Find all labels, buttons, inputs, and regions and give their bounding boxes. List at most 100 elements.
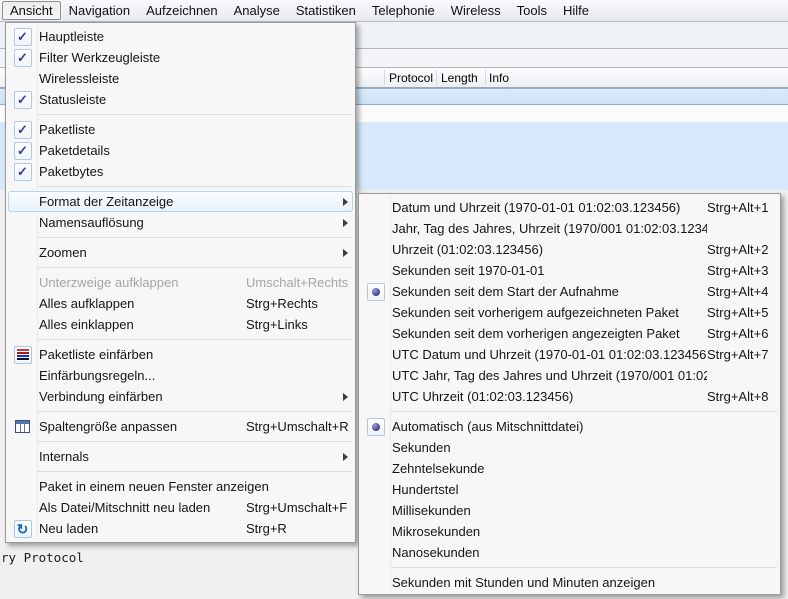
- submenu-item-zehntelsekunde[interactable]: Zehntelsekunde: [361, 458, 778, 479]
- column-divider[interactable]: [485, 70, 486, 85]
- column-header-protocol[interactable]: Protocol: [389, 71, 433, 85]
- menu-item-shortcut: Strg+Alt+3: [707, 263, 771, 278]
- submenu-item-sekunden-mit-stunden-und-minuten[interactable]: Sekunden mit Stunden und Minuten anzeige…: [361, 572, 778, 593]
- menu-item-label: Millisekunden: [389, 503, 707, 518]
- submenu-item-utc-uhrzeit[interactable]: UTC Uhrzeit (01:02:03.123456) Strg+Alt+8: [361, 386, 778, 407]
- checkmark-glyph: ✓: [17, 165, 28, 178]
- menubar-item-navigation[interactable]: Navigation: [61, 1, 138, 20]
- gutter: [9, 420, 36, 433]
- menu-item-label: Paketliste: [36, 122, 352, 137]
- submenu-item-sekunden-seit-aufnahmestart[interactable]: Sekunden seit dem Start der Aufnahme Str…: [361, 281, 778, 302]
- submenu-item-sekunden-seit-vorherigem-aufgezeichneten-paket[interactable]: Sekunden seit vorherigem aufgezeichneten…: [361, 302, 778, 323]
- menu-item-label: Spaltengröße anpassen: [36, 419, 246, 434]
- menu-item-shortcut: Strg+Umschalt+R: [246, 419, 340, 434]
- menu-separator: [37, 237, 352, 238]
- menu-item-alles-einklappen[interactable]: Alles einklappen Strg+Links: [8, 314, 353, 335]
- arrow-spacer: [340, 421, 352, 433]
- menubar-item-label: Aufzeichnen: [146, 3, 218, 18]
- menu-item-shortcut: Strg+Alt+5: [707, 305, 771, 320]
- menubar-item-label: Statistiken: [296, 3, 356, 18]
- menu-separator: [37, 411, 352, 412]
- time-format-submenu: Datum und Uhrzeit (1970-01-01 01:02:03.1…: [358, 193, 781, 595]
- submenu-arrow-icon: [340, 196, 352, 208]
- menubar-item-label: Hilfe: [563, 3, 589, 18]
- submenu-item-uhrzeit[interactable]: Uhrzeit (01:02:03.123456) Strg+Alt+2: [361, 239, 778, 260]
- menu-item-shortcut: Umschalt+Rechts: [246, 275, 340, 290]
- submenu-item-hundertstel[interactable]: Hundertstel: [361, 479, 778, 500]
- menu-item-format-der-zeitanzeige[interactable]: Format der Zeitanzeige: [8, 191, 353, 212]
- reload-glyph: ↻: [17, 522, 29, 536]
- gutter: [362, 283, 389, 301]
- menubar-item-wireless[interactable]: Wireless: [443, 1, 509, 20]
- gutter: [9, 346, 36, 364]
- menu-item-paketbytes[interactable]: ✓ Paketbytes: [8, 161, 353, 182]
- submenu-item-millisekunden[interactable]: Millisekunden: [361, 500, 778, 521]
- submenu-item-datum-und-uhrzeit[interactable]: Datum und Uhrzeit (1970-01-01 01:02:03.1…: [361, 197, 778, 218]
- checkmark-glyph: ✓: [17, 93, 28, 106]
- menu-item-paket-in-neuem-fenster[interactable]: Paket in einem neuen Fenster anzeigen: [8, 476, 353, 497]
- menu-item-label: Paketbytes: [36, 164, 352, 179]
- colorize-stripes: [17, 349, 29, 361]
- submenu-item-automatisch[interactable]: Automatisch (aus Mitschnittdatei): [361, 416, 778, 437]
- column-divider[interactable]: [384, 70, 385, 85]
- arrow-spacer: [340, 298, 352, 310]
- gutter: ✓: [9, 121, 36, 139]
- column-header-info[interactable]: Info: [489, 71, 509, 85]
- menu-item-unterzweige-aufklappen[interactable]: Unterzweige aufklappen Umschalt+Rechts: [8, 272, 353, 293]
- menu-item-label: Sekunden mit Stunden und Minuten anzeige…: [389, 575, 707, 590]
- submenu-arrow-icon: [340, 247, 352, 259]
- menu-item-namensaufloesung[interactable]: Namensauflösung: [8, 212, 353, 233]
- menubar-item-ansicht[interactable]: Ansicht: [2, 1, 61, 20]
- menu-item-paketdetails[interactable]: ✓ Paketdetails: [8, 140, 353, 161]
- menu-item-wirelessleiste[interactable]: Wirelessleiste: [8, 68, 353, 89]
- column-header-length[interactable]: Length: [441, 71, 478, 85]
- menu-item-label: Paket in einem neuen Fenster anzeigen: [36, 479, 352, 494]
- menu-item-label: Format der Zeitanzeige: [36, 194, 246, 209]
- checkmark-icon: ✓: [14, 163, 32, 181]
- checkmark-glyph: ✓: [17, 123, 28, 136]
- submenu-item-sekunden-seit-vorherigem-angezeigten-paket[interactable]: Sekunden seit dem vorherigen angezeigten…: [361, 323, 778, 344]
- menu-item-einfaerbungsregeln[interactable]: Einfärbungsregeln...: [8, 365, 353, 386]
- menu-separator: [390, 411, 777, 412]
- menu-item-als-datei-mitschnitt-neu-laden[interactable]: Als Datei/Mitschnitt neu laden Strg+Umsc…: [8, 497, 353, 518]
- menu-item-alles-aufklappen[interactable]: Alles aufklappen Strg+Rechts: [8, 293, 353, 314]
- menubar-item-telephonie[interactable]: Telephonie: [364, 1, 443, 20]
- gutter: ✓: [9, 49, 36, 67]
- arrow-spacer: [340, 523, 352, 535]
- submenu-item-sekunden-seit-1970[interactable]: Sekunden seit 1970-01-01 Strg+Alt+3: [361, 260, 778, 281]
- menu-item-filter-werkzeugleiste[interactable]: ✓ Filter Werkzeugleiste: [8, 47, 353, 68]
- menubar-item-hilfe[interactable]: Hilfe: [555, 1, 597, 20]
- gutter: ↻: [9, 520, 36, 538]
- menu-item-internals[interactable]: Internals: [8, 446, 353, 467]
- submenu-item-utc-datum-und-uhrzeit[interactable]: UTC Datum und Uhrzeit (1970-01-01 01:02:…: [361, 344, 778, 365]
- submenu-item-sekunden[interactable]: Sekunden: [361, 437, 778, 458]
- submenu-item-jahr-tag-des-jahres-uhrzeit[interactable]: Jahr, Tag des Jahres, Uhrzeit (1970/001 …: [361, 218, 778, 239]
- menu-item-label: Jahr, Tag des Jahres, Uhrzeit (1970/001 …: [389, 221, 707, 236]
- column-divider[interactable]: [436, 70, 437, 85]
- menubar-item-analyse[interactable]: Analyse: [226, 1, 288, 20]
- menu-item-hauptleiste[interactable]: ✓ Hauptleiste: [8, 26, 353, 47]
- menu-item-label: Einfärbungsregeln...: [36, 368, 352, 383]
- columns-icon: [15, 420, 30, 433]
- submenu-item-utc-jahr-tag-des-jahres-und-uhrzeit[interactable]: UTC Jahr, Tag des Jahres und Uhrzeit (19…: [361, 365, 778, 386]
- gutter: ✓: [9, 91, 36, 109]
- menu-item-statusleiste[interactable]: ✓ Statusleiste: [8, 89, 353, 110]
- menu-item-verbindung-einfaerben[interactable]: Verbindung einfärben: [8, 386, 353, 407]
- menu-separator: [37, 339, 352, 340]
- menu-item-paketliste-einfaerben[interactable]: Paketliste einfärben: [8, 344, 353, 365]
- menu-item-label: UTC Jahr, Tag des Jahres und Uhrzeit (19…: [389, 368, 707, 383]
- submenu-item-mikrosekunden[interactable]: Mikrosekunden: [361, 521, 778, 542]
- menubar-item-statistiken[interactable]: Statistiken: [288, 1, 364, 20]
- submenu-item-nanosekunden[interactable]: Nanosekunden: [361, 542, 778, 563]
- gutter: [362, 418, 389, 436]
- menubar-item-tools[interactable]: Tools: [509, 1, 555, 20]
- menubar-item-label: Tools: [517, 3, 547, 18]
- submenu-arrow-icon: [340, 391, 352, 403]
- menu-item-zoomen[interactable]: Zoomen: [8, 242, 353, 263]
- menubar-item-aufzeichnen[interactable]: Aufzeichnen: [138, 1, 226, 20]
- menu-item-neu-laden[interactable]: ↻ Neu laden Strg+R: [8, 518, 353, 539]
- menu-item-paketliste[interactable]: ✓ Paketliste: [8, 119, 353, 140]
- submenu-arrow-icon: [340, 451, 352, 463]
- menu-item-spaltengroesse-anpassen[interactable]: Spaltengröße anpassen Strg+Umschalt+R: [8, 416, 353, 437]
- menu-item-shortcut: Strg+R: [246, 521, 340, 536]
